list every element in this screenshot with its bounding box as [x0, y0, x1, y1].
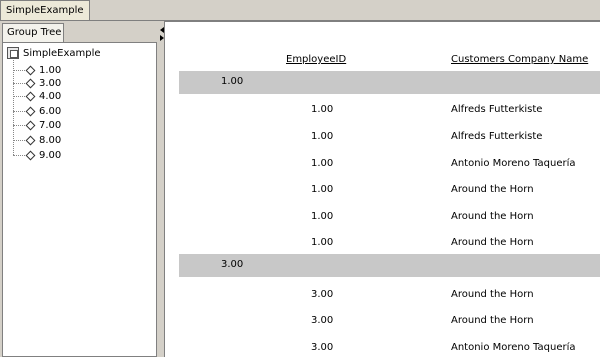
report-view: EmployeeID Customers Company Name 1.00 1…: [164, 21, 600, 357]
cell-company: Alfreds Futterkiste: [451, 131, 543, 142]
tree-root[interactable]: SimpleExample: [7, 47, 101, 59]
tree-branch-line: [13, 82, 25, 84]
group-node-icon: [25, 65, 36, 75]
tree-node-label: 4.00: [39, 90, 62, 102]
column-header-employee-id: EmployeeID: [286, 54, 347, 65]
tree-branch-line: [13, 110, 25, 112]
cell-employee-id: 3.00: [311, 289, 334, 300]
group-node-icon: [25, 91, 36, 101]
tree-node[interactable]: 9.00: [13, 149, 61, 161]
column-header-customer-company: Customers Company Name: [451, 54, 589, 65]
cell-employee-id: 1.00: [311, 131, 334, 142]
document-tab-bar: SimpleExample: [0, 0, 600, 21]
cell-employee-id: 1.00: [311, 104, 334, 115]
cell-company: Around the Horn: [451, 315, 534, 326]
tree-branch-line: [13, 69, 25, 71]
tree-node[interactable]: 7.00: [13, 119, 61, 131]
tree-node[interactable]: 1.00: [13, 64, 61, 76]
document-tab[interactable]: SimpleExample: [0, 0, 90, 21]
cell-company: Around the Horn: [451, 184, 534, 195]
cell-employee-id: 3.00: [311, 342, 334, 353]
tree-node[interactable]: 6.00: [13, 105, 61, 117]
tree-node[interactable]: 4.00: [13, 90, 61, 102]
cell-company: Around the Horn: [451, 289, 534, 300]
tree-node[interactable]: 3.00: [13, 77, 61, 89]
group-node-icon: [25, 150, 36, 160]
tree-node[interactable]: 8.00: [13, 134, 61, 146]
cell-employee-id: 1.00: [311, 184, 334, 195]
cell-company: Alfreds Futterkiste: [451, 104, 543, 115]
tree-node-label: 6.00: [39, 105, 62, 117]
tree-node-label: 3.00: [39, 77, 62, 89]
tree-branch-line: [13, 139, 25, 141]
cell-company: Antonio Moreno Taquería: [451, 158, 576, 169]
tree-root-label: SimpleExample: [23, 47, 101, 59]
cell-company: Around the Horn: [451, 237, 534, 248]
cell-employee-id: 3.00: [311, 315, 334, 326]
tree-node-label: 7.00: [39, 119, 62, 131]
tree-branch-line: [13, 154, 25, 156]
cell-company: Around the Horn: [451, 211, 534, 222]
group-node-icon: [25, 135, 36, 145]
group-node-icon: [25, 106, 36, 116]
group-header-value: 1.00: [221, 76, 244, 87]
tree-node-label: 8.00: [39, 134, 62, 146]
report-root-icon: [7, 47, 19, 59]
cell-employee-id: 1.00: [311, 158, 334, 169]
cell-company: Antonio Moreno Taquería: [451, 342, 576, 353]
group-node-icon: [25, 120, 36, 130]
group-node-icon: [25, 78, 36, 88]
tree-node-label: 9.00: [39, 149, 62, 161]
cell-employee-id: 1.00: [311, 237, 334, 248]
cell-employee-id: 1.00: [311, 211, 334, 222]
tree-node-label: 1.00: [39, 64, 62, 76]
tree-branch-line: [13, 95, 25, 97]
tab-group-tree[interactable]: Group Tree: [2, 23, 64, 43]
group-header-band: 1.00: [179, 71, 600, 94]
group-header-band: 3.00: [179, 254, 600, 277]
group-tree-panel: SimpleExample 1.00 3.00 4.00 6.00 7.00 8…: [2, 42, 157, 357]
tree-branch-line: [13, 124, 25, 126]
group-header-value: 3.00: [221, 259, 244, 270]
